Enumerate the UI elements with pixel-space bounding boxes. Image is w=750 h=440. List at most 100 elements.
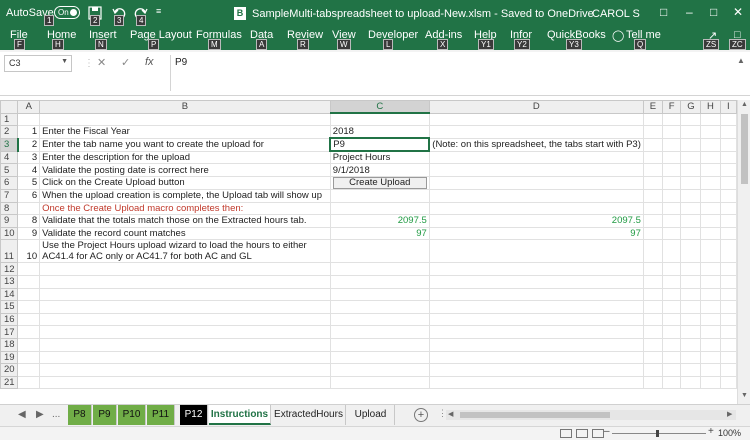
cell[interactable] (700, 239, 721, 264)
scroll-down-icon[interactable]: ▼ (741, 392, 748, 399)
cell-step-number[interactable]: 9 (17, 226, 41, 241)
cell[interactable] (719, 214, 737, 228)
maximize-icon[interactable]: □ (710, 5, 717, 19)
cell[interactable] (428, 112, 644, 127)
cell[interactable] (661, 226, 682, 241)
cell[interactable] (680, 125, 702, 139)
cell[interactable] (642, 214, 663, 228)
row-header[interactable]: 6 (0, 175, 19, 190)
vertical-scrollbar[interactable]: ▲ ▼ (737, 100, 750, 404)
cell[interactable] (680, 188, 702, 203)
cell[interactable] (329, 188, 430, 203)
enter-check-icon[interactable]: ✓ (121, 56, 130, 69)
cell[interactable] (680, 201, 702, 216)
cancel-icon[interactable]: ✕ (97, 56, 106, 69)
cell[interactable] (700, 214, 721, 228)
cell[interactable] (642, 163, 663, 177)
cell[interactable] (428, 125, 644, 139)
cell[interactable] (700, 188, 721, 203)
cell[interactable] (680, 150, 702, 165)
row-header[interactable]: 18 (0, 337, 19, 352)
select-all-corner[interactable] (0, 100, 19, 114)
row-header[interactable]: 11 (0, 239, 19, 264)
column-header[interactable]: E (642, 100, 663, 114)
row-header[interactable]: 9 (0, 214, 19, 228)
cell-instruction[interactable]: Enter the description for the upload (39, 150, 331, 165)
row-header[interactable]: 7 (0, 188, 19, 203)
cell-instruction[interactable]: Validate the record count matches (39, 226, 331, 241)
cell-table[interactable]: A B C D E F G H I 1 2 1 Enter the Fiscal… (0, 100, 737, 390)
cell[interactable] (642, 201, 663, 216)
cell[interactable] (680, 226, 702, 241)
tab-page-layout[interactable]: Page Layout (130, 29, 192, 41)
column-header[interactable]: H (700, 100, 721, 114)
cell[interactable] (700, 112, 721, 127)
sheet-tab-p10[interactable]: P10 (118, 405, 146, 425)
row-header[interactable]: 5 (0, 163, 19, 177)
row-header[interactable]: 20 (0, 363, 19, 377)
next-sheet-icon[interactable]: ▶ (36, 409, 44, 420)
cell-macro-note[interactable]: Once the Create Upload macro completes t… (39, 201, 331, 216)
cell[interactable] (642, 175, 663, 190)
name-box[interactable]: C3 ▼ (4, 55, 72, 72)
cell-fiscal-year[interactable]: 2018 (329, 125, 430, 139)
close-icon[interactable]: ✕ (733, 5, 743, 19)
cell-step-number[interactable]: 8 (17, 214, 41, 228)
active-cell-tab-name[interactable]: P9 (329, 137, 431, 153)
cell[interactable] (680, 112, 702, 127)
cell[interactable] (719, 112, 737, 127)
cell[interactable] (719, 163, 737, 177)
cell[interactable] (700, 201, 721, 216)
horizontal-scrollbar[interactable]: ◀ ▶ (446, 410, 736, 420)
cell[interactable] (719, 188, 737, 203)
cell-step-number[interactable]: 4 (17, 163, 41, 177)
cell-total-extracted[interactable]: 2097.5 (428, 214, 644, 228)
chevron-down-icon[interactable]: ▼ (61, 58, 68, 65)
cell[interactable] (661, 214, 682, 228)
cell[interactable] (642, 239, 663, 264)
page-layout-view-icon[interactable] (576, 429, 588, 438)
cell[interactable] (700, 137, 721, 152)
minimize-icon[interactable]: – (686, 5, 693, 19)
sheet-tab-p11[interactable]: P11 (147, 405, 175, 425)
scroll-left-icon[interactable]: ◀ (448, 410, 453, 418)
sheet-tab-p12[interactable]: P12 (180, 405, 208, 425)
cell[interactable] (719, 150, 737, 165)
cell-instruction[interactable]: When the upload creation is complete, th… (39, 188, 331, 203)
column-header-selected[interactable]: C (329, 100, 430, 115)
cell[interactable] (661, 137, 682, 152)
column-header[interactable]: G (680, 100, 702, 114)
worksheet-grid[interactable]: A B C D E F G H I 1 2 1 Enter the Fiscal… (0, 100, 737, 404)
cell-instruction[interactable]: Use the Project Hours upload wizard to l… (39, 239, 331, 264)
cell[interactable] (719, 137, 737, 152)
cell[interactable] (428, 239, 644, 264)
cell[interactable] (642, 112, 663, 127)
sheet-tab-p8[interactable]: P8 (68, 405, 92, 425)
sheet-tab-p9[interactable]: P9 (93, 405, 117, 425)
cell[interactable] (329, 201, 430, 216)
column-header[interactable]: F (661, 100, 682, 114)
cell[interactable] (661, 163, 682, 177)
cell-step-number[interactable]: 6 (17, 188, 41, 203)
row-header[interactable]: 10 (0, 226, 19, 241)
cell[interactable] (17, 201, 41, 216)
cell[interactable] (642, 150, 663, 165)
column-header[interactable]: D (428, 100, 644, 114)
row-header[interactable]: 8 (0, 201, 19, 216)
row-header[interactable]: 1 (0, 112, 19, 127)
row-header[interactable]: 15 (0, 300, 19, 314)
cell-instruction[interactable]: Enter the Fiscal Year (39, 125, 331, 139)
ribbon-display-icon[interactable]: □ (660, 5, 667, 19)
cell-posting-date[interactable]: 9/1/2018 (329, 163, 430, 177)
row-header[interactable]: 21 (0, 375, 19, 390)
cell[interactable] (642, 226, 663, 241)
sheet-tab-instructions[interactable]: Instructions (209, 405, 271, 425)
insert-function-icon[interactable]: fx (145, 56, 154, 68)
cell-instruction[interactable]: Enter the tab name you want to create th… (39, 137, 331, 152)
row-header[interactable]: 2 (0, 125, 19, 139)
zoom-in-icon[interactable]: + (708, 426, 714, 437)
cell[interactable] (719, 239, 737, 264)
cell[interactable] (700, 163, 721, 177)
scroll-up-icon[interactable]: ▲ (741, 101, 748, 108)
cell[interactable] (719, 175, 737, 190)
